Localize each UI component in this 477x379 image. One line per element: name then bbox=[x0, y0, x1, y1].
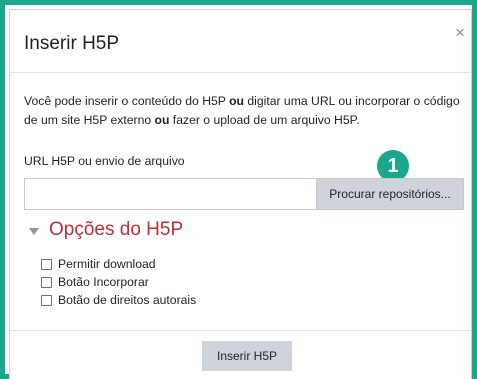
options-list: Permitir download Botão Incorporar Botão… bbox=[41, 255, 196, 309]
option-copyright-button[interactable]: Botão de direitos autorais bbox=[41, 291, 196, 309]
checkbox[interactable] bbox=[41, 294, 52, 306]
intro-text: Você pode inserir o conteúdo do H5P ou d… bbox=[24, 92, 464, 130]
dialog-header: Inserir H5P × bbox=[10, 10, 471, 73]
option-label: Botão Incorporar bbox=[58, 275, 149, 289]
option-embed-button[interactable]: Botão Incorporar bbox=[41, 273, 196, 291]
dialog-title: Inserir H5P bbox=[24, 33, 120, 54]
option-label: Permitir download bbox=[58, 257, 156, 271]
insert-h5p-button[interactable]: Inserir H5P bbox=[202, 341, 292, 371]
options-section-toggle[interactable]: Opções do H5P bbox=[29, 219, 183, 241]
option-allow-download[interactable]: Permitir download bbox=[41, 255, 196, 273]
checkbox[interactable] bbox=[41, 276, 52, 288]
url-input-group: Procurar repositórios... bbox=[24, 178, 464, 210]
browse-repositories-button[interactable]: Procurar repositórios... bbox=[316, 179, 463, 209]
intro-text-part: Você pode inserir o conteúdo do H5P bbox=[24, 94, 230, 108]
insert-h5p-dialog: Inserir H5P × Você pode inserir o conteú… bbox=[9, 9, 472, 379]
intro-text-bold: ou bbox=[154, 113, 170, 127]
url-input[interactable] bbox=[25, 179, 316, 209]
footer-divider bbox=[10, 330, 471, 331]
intro-text-part: fazer o upload de um arquivo H5P. bbox=[169, 113, 360, 127]
close-icon[interactable]: × bbox=[455, 24, 465, 41]
option-label: Botão de direitos autorais bbox=[58, 293, 197, 307]
expand-triangle-icon bbox=[29, 227, 39, 235]
url-field-label: URL H5P ou envio de arquivo bbox=[24, 154, 185, 168]
intro-text-bold: ou bbox=[229, 94, 244, 108]
checkbox[interactable] bbox=[41, 258, 52, 270]
options-section-title: Opções do H5P bbox=[49, 219, 184, 240]
